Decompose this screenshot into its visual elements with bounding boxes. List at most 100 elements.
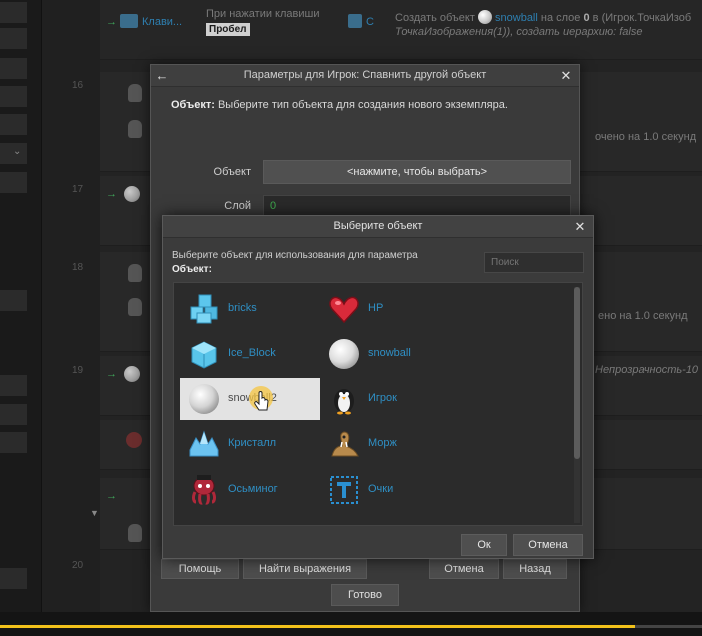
help-button[interactable]: Помощь: [161, 559, 239, 579]
dialog-titlebar: Выберите объект ✕: [163, 216, 593, 238]
panel-slot[interactable]: [0, 172, 27, 194]
object-list: bricks HP Ice_Block snowball Игрок Крист…: [173, 282, 583, 526]
search-input[interactable]: [484, 252, 584, 273]
opacity-text: Непрозрачность-10: [595, 364, 699, 376]
object-item-label: HP: [368, 302, 384, 314]
object-param-label: Объект: [213, 166, 251, 178]
heart-icon: [329, 296, 359, 324]
object-picker-dialog: Выберите объект ✕ Выберите объект для ис…: [162, 215, 594, 559]
penguin-icon: [334, 389, 354, 415]
penguin-icon: [128, 120, 142, 138]
snowball-icon: [329, 339, 359, 369]
penguin-icon: [128, 524, 142, 542]
arrow-icon: →: [106, 16, 117, 28]
object-item-igrok[interactable]: Игрок: [320, 378, 460, 420]
panel-slot[interactable]: [0, 58, 27, 80]
event-row[interactable]: → Клави... При нажатии клавиши Пробел С …: [100, 0, 702, 60]
text-t-icon: [330, 476, 358, 504]
close-icon[interactable]: ✕: [557, 67, 575, 85]
dialog-title: Выберите объект: [333, 220, 423, 232]
panel-slot[interactable]: [0, 290, 27, 312]
object-item-snowball[interactable]: snowball: [320, 333, 460, 375]
panel-slot[interactable]: [0, 2, 27, 24]
scrollbar-thumb[interactable]: [574, 287, 580, 459]
cancel-button[interactable]: Отмена: [513, 534, 583, 556]
keyboard-icon: [120, 14, 138, 28]
object-item-label: snowball: [368, 347, 411, 359]
hand-cursor-icon: [249, 386, 273, 411]
object-item-morzh[interactable]: Морж: [320, 423, 460, 465]
wait-text: ено на 1.0 секунд: [598, 310, 688, 322]
action-text: в (Игрок.ТочкаИзоб: [592, 11, 692, 24]
object-item-label: bricks: [228, 302, 257, 314]
list-scrollbar[interactable]: [574, 287, 580, 523]
dialog-titlebar: ← Параметры для Игрок: Спавнить другой о…: [151, 65, 579, 87]
ok-button[interactable]: Ок: [461, 534, 507, 556]
action-object[interactable]: snowball: [495, 12, 538, 24]
object-item-label: Осьминог: [228, 483, 278, 495]
system-icon: [348, 14, 362, 28]
panel-slot[interactable]: [0, 28, 27, 50]
close-icon[interactable]: ✕: [571, 218, 589, 236]
object-pick-button[interactable]: <нажмите, чтобы выбрать>: [263, 160, 571, 184]
picker-instruction: Выберите объект для использования для па…: [172, 249, 472, 277]
object-item-osminog[interactable]: Осьминог: [180, 469, 320, 511]
event-margin: [42, 0, 100, 612]
object-item-bricks[interactable]: bricks: [180, 288, 320, 330]
arrow-icon: →: [106, 368, 117, 380]
row-number: 19: [72, 365, 84, 376]
trigger-label[interactable]: Клави...: [142, 16, 182, 28]
instruction-text: Выберите объект для использования для па…: [172, 250, 418, 261]
back-button[interactable]: Назад: [503, 559, 567, 579]
object-item-hp[interactable]: HP: [320, 288, 460, 330]
walrus-icon: [331, 431, 359, 457]
action-text-line2: ТочкаИзображения(1)), создать иерархию: …: [395, 26, 643, 38]
dialog-description: Объект: Выберите тип объекта для создани…: [171, 99, 508, 111]
object-item-label: Морж: [368, 437, 397, 449]
action-object-short[interactable]: С: [366, 16, 374, 28]
snowball-icon: [124, 366, 140, 382]
layer-param-label: Слой: [224, 200, 251, 212]
object-item-label: Очки: [368, 483, 394, 495]
object-item-label: Ice_Block: [228, 347, 276, 359]
object-item-label: Кристалл: [228, 437, 277, 449]
panel-slot[interactable]: [0, 375, 27, 397]
object-item-kristall[interactable]: Кристалл: [180, 423, 320, 465]
panel-slot[interactable]: [0, 86, 27, 108]
penguin-icon: [128, 84, 142, 102]
panel-slot[interactable]: [0, 568, 27, 590]
video-progress-bar[interactable]: [0, 625, 702, 628]
object-item-label: Игрок: [368, 392, 397, 404]
crystal-icon: [189, 430, 219, 457]
instruction-bold: Объект:: [172, 264, 212, 275]
object-item-snowball2[interactable]: snowball2: [180, 378, 320, 420]
collapse-arrow-icon[interactable]: ▼: [90, 508, 99, 518]
octopus-icon: [191, 475, 217, 505]
find-expressions-button[interactable]: Найти выражения: [243, 559, 367, 579]
object-item-ochki[interactable]: Очки: [320, 469, 460, 511]
arrow-icon: →: [106, 490, 117, 502]
done-button[interactable]: Готово: [331, 584, 399, 606]
octopus-icon: [126, 432, 142, 448]
action-text: Создать объект: [395, 11, 475, 24]
dialog-title: Параметры для Игрок: Спавнить другой объ…: [243, 69, 487, 81]
panel-slot[interactable]: [0, 114, 27, 136]
action-layer: 0: [583, 11, 590, 24]
ice-cubes-icon: [190, 294, 218, 324]
penguin-icon: [128, 298, 142, 316]
arrow-icon: →: [106, 188, 117, 200]
row-number: 16: [72, 80, 84, 91]
cancel-button[interactable]: Отмена: [429, 559, 499, 579]
row-number: 20: [72, 560, 84, 571]
action-text: на слое: [540, 11, 581, 24]
left-panel: ⌄: [0, 0, 42, 612]
panel-slot[interactable]: [0, 432, 27, 454]
bottom-strip: [0, 612, 702, 636]
row-number: 18: [72, 262, 84, 273]
layer-input[interactable]: 0: [263, 195, 571, 217]
chevron-down-icon[interactable]: ⌄: [13, 146, 21, 157]
video-progress-fill: [0, 625, 636, 628]
panel-slot[interactable]: [0, 404, 27, 426]
object-item-ice-block[interactable]: Ice_Block: [180, 333, 320, 375]
wait-text: очено на 1.0 секунд: [595, 131, 697, 143]
